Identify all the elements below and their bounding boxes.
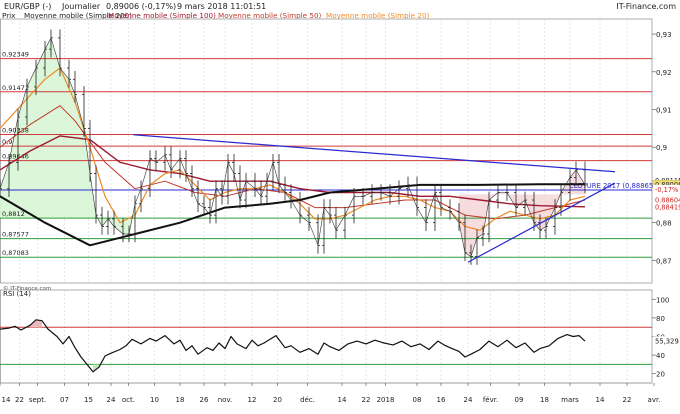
- x-tick-label: 16: [437, 396, 446, 404]
- brand-label: IT-Finance.com: [616, 2, 676, 11]
- x-tick-label: sept.: [29, 396, 46, 404]
- x-tick-label: 15: [84, 396, 93, 404]
- price-tag: 0,88419: [653, 202, 680, 211]
- x-tick-label: nov.: [218, 396, 233, 404]
- rsi-tick-label: 40: [656, 352, 665, 360]
- price-tag: -0,17%: [653, 184, 680, 194]
- rsi-last-value: 55,329: [655, 337, 679, 345]
- level-label: 0,8812: [2, 210, 25, 218]
- x-axis: 14 22 sept. 07 15 24 oct. 10 18 26 nov. 12 20 déc. 14 2…: [0, 382, 661, 404]
- level-label: 0,91471: [2, 84, 29, 92]
- x-tick-label: mars: [561, 396, 579, 404]
- x-tick-label: 12: [248, 396, 257, 404]
- chart-symbol: EUR/GBP (-): [4, 2, 51, 11]
- x-tick-label: févr.: [483, 396, 498, 404]
- price-tag-text: -0,17%: [655, 186, 678, 194]
- price-tick-label: 0,87: [656, 257, 672, 265]
- x-tick-label: 26: [200, 396, 209, 404]
- x-tick-label: 08: [413, 396, 422, 404]
- x-tick-label: 22: [362, 396, 371, 404]
- x-tick-label: 18: [540, 396, 549, 404]
- x-tick-label: 14: [596, 396, 605, 404]
- price-tick-label: 0,93: [656, 31, 672, 39]
- watermark: © IT-Finance.com: [3, 285, 51, 292]
- level-label: 0,87577: [2, 231, 29, 239]
- x-tick-label: 10: [150, 396, 159, 404]
- price-tag-text: 0,88419: [655, 203, 680, 211]
- x-tick-label: 2018: [377, 396, 395, 404]
- x-tick-label: déc.: [300, 396, 315, 404]
- x-tick-label: 14: [338, 396, 347, 404]
- x-tick-label: 24: [464, 396, 473, 404]
- price-tick-label: 0,91: [656, 107, 672, 115]
- x-tick-label: 18: [176, 396, 185, 404]
- x-tick-label: 20: [273, 396, 282, 404]
- level-label: 0,87083: [2, 249, 29, 257]
- x-tick-label: 24: [107, 396, 116, 404]
- chart-period: Journalier: [61, 2, 101, 11]
- x-tick-label: 07: [60, 396, 69, 404]
- price-tick-label: 0,88: [656, 220, 672, 228]
- rsi-tick-label: 20: [656, 371, 665, 379]
- chart-last-price: 0,89006 (-0,17%): [106, 2, 176, 11]
- x-tick-label: avr.: [648, 396, 661, 404]
- x-tick-label: 22: [623, 396, 632, 404]
- x-tick-label: 14: [2, 396, 11, 404]
- level-label: 0,92349: [2, 51, 29, 59]
- chart-datetime: 9 mars 2018 11:01:51: [177, 2, 266, 11]
- rsi-frame: [0, 289, 653, 384]
- x-tick-label: 22: [15, 396, 24, 404]
- x-tick-label: 09: [515, 396, 524, 404]
- rsi-panel: RSI (14)1008060402055,329: [0, 289, 680, 384]
- price-tick-label: 0,92: [656, 69, 672, 77]
- rsi-tick-label: 100: [656, 296, 669, 304]
- rsi-tick-label: 80: [656, 315, 665, 323]
- x-tick-label: oct.: [122, 396, 135, 404]
- price-tick-label: 0,9: [656, 144, 667, 152]
- chart-svg: EUR/GBP (-) Journalier 0,89006 (-0,17%) …: [0, 2, 680, 404]
- chart-container: EUR/GBP (-) Journalier 0,89006 (-0,17%) …: [0, 0, 680, 409]
